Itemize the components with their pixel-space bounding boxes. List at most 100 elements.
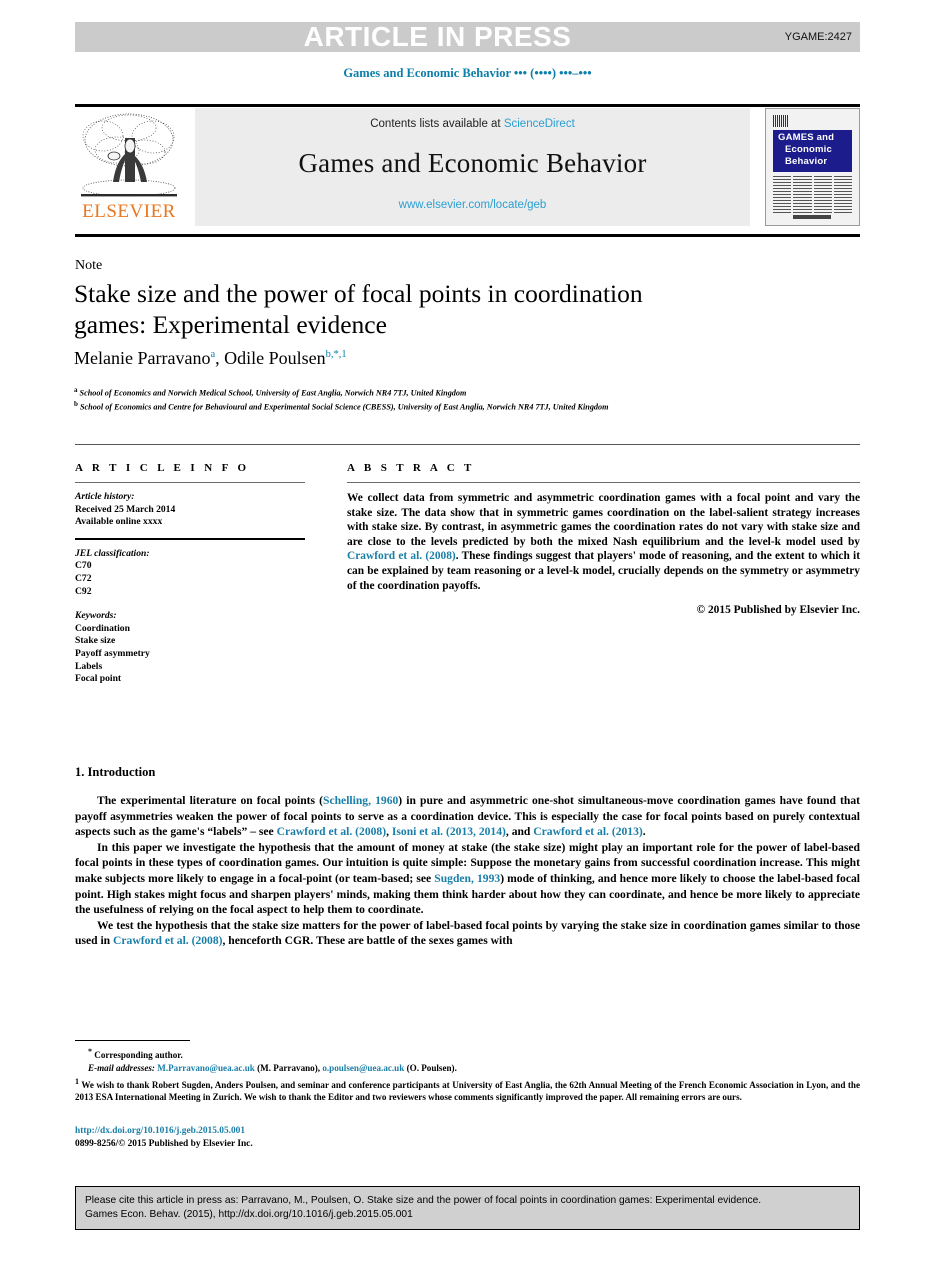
journal-title: Games and Economic Behavior bbox=[298, 148, 647, 178]
article-in-press-label: ARTICLE IN PRESS bbox=[303, 21, 572, 52]
intro-paragraph-3: We test the hypothesis that the stake si… bbox=[75, 918, 860, 949]
cover-footer-bar bbox=[793, 215, 831, 219]
footnote-1-marker: 1 bbox=[75, 1076, 79, 1086]
introduction-body: The experimental literature on focal poi… bbox=[75, 793, 860, 949]
journal-running-head: Games and Economic Behavior ••• (••••) •… bbox=[343, 66, 592, 80]
abstract-column: A B S T R A C T We collect data from sym… bbox=[347, 462, 860, 616]
intro-p1-e: . bbox=[642, 825, 646, 839]
footnotes-block: * Corresponding author. E-mail addresses… bbox=[75, 1046, 860, 1105]
received-date: Received 25 March 2014 bbox=[75, 503, 176, 515]
abstract-heading: A B S T R A C T bbox=[347, 462, 475, 474]
affiliation-a-text: School of Economics and Norwich Medical … bbox=[79, 388, 467, 398]
author-affil-marker-2: b,*,1 bbox=[325, 349, 347, 360]
contents-prefix: Contents lists available at bbox=[370, 118, 504, 130]
cite-this-article-box: Please cite this article in press as: Pa… bbox=[75, 1186, 860, 1230]
paper-page: ARTICLE IN PRESS YGAME:2427 Games and Ec… bbox=[0, 0, 935, 1266]
keywords-label: Keywords: bbox=[75, 610, 117, 622]
contents-available-line: Contents lists available at ScienceDirec… bbox=[370, 118, 575, 130]
email-owner-1: (M. Parravano), bbox=[257, 1063, 321, 1074]
citation-sugden-1993[interactable]: Sugden, 1993 bbox=[434, 872, 500, 885]
jel-classification-block: JEL classification: C70 C72 C92 bbox=[75, 548, 305, 598]
keyword-item: Payoff asymmetry bbox=[75, 647, 150, 659]
author-affil-marker-1: a bbox=[210, 349, 216, 360]
author-list: Melanie Parravanoa, Odile Poulsenb,*,1 bbox=[74, 348, 347, 368]
masthead-center-panel: Contents lists available at ScienceDirec… bbox=[195, 108, 750, 226]
affiliation-marker-a: a bbox=[74, 386, 78, 394]
elsevier-wordmark: ELSEVIER bbox=[82, 201, 176, 222]
footnote-corresponding-author: * Corresponding author. bbox=[75, 1046, 860, 1061]
journal-cover-title-block: GAMES and Economic Behavior bbox=[773, 130, 852, 172]
keyword-item: Focal point bbox=[75, 673, 122, 685]
citation-crawford-2013[interactable]: Crawford et al. (2013) bbox=[533, 825, 642, 838]
author-name-2: Odile Poulsen bbox=[224, 348, 326, 368]
abstract-rule bbox=[347, 482, 860, 483]
email-link-poulsen[interactable]: o.poulsen@uea.ac.uk bbox=[322, 1063, 404, 1073]
issn-copyright-line: 0899-8256/© 2015 Published by Elsevier I… bbox=[75, 1139, 253, 1149]
citation-schelling-1960[interactable]: Schelling, 1960 bbox=[323, 794, 398, 807]
keyword-item: Coordination bbox=[75, 622, 130, 634]
sciencedirect-link[interactable]: ScienceDirect bbox=[504, 118, 575, 130]
author-name-1: Melanie Parravano bbox=[74, 348, 211, 368]
affiliation-a: a School of Economics and Norwich Medica… bbox=[74, 385, 774, 399]
journal-cover-thumbnail: GAMES and Economic Behavior bbox=[765, 108, 860, 226]
article-in-press-banner: ARTICLE IN PRESS YGAME:2427 bbox=[75, 22, 860, 52]
citation-isoni[interactable]: Isoni et al. (2013, 2014) bbox=[392, 825, 506, 838]
imprint-block: http://dx.doi.org/10.1016/j.geb.2015.05.… bbox=[75, 1125, 575, 1151]
email-link-parravano[interactable]: M.Parravano@uea.ac.uk bbox=[157, 1063, 255, 1073]
affiliation-marker-b: b bbox=[74, 400, 78, 409]
intro-p1-a: The experimental literature on focal poi… bbox=[97, 794, 323, 807]
jel-code: C92 bbox=[75, 585, 92, 597]
intro-p1-d: , and bbox=[505, 825, 534, 839]
page-title: Stake size and the power of focal points… bbox=[74, 279, 643, 339]
doi-link[interactable]: http://dx.doi.org/10.1016/j.geb.2015.05.… bbox=[75, 1125, 575, 1138]
cover-title-line1: GAMES and bbox=[778, 132, 835, 143]
cover-column bbox=[793, 176, 812, 214]
article-history-block: Article history: Received 25 March 2014 … bbox=[75, 491, 305, 529]
jel-label: JEL classification: bbox=[75, 547, 150, 559]
cite-line-2: Games Econ. Behav. (2015), http://dx.doi… bbox=[85, 1209, 413, 1220]
abstract-copyright: © 2015 Published by Elsevier Inc. bbox=[696, 604, 860, 617]
abstract-body: We collect data from symmetric and asymm… bbox=[347, 491, 860, 593]
cite-line-1: Please cite this article in press as: Pa… bbox=[85, 1195, 762, 1206]
article-info-rule-1 bbox=[75, 482, 305, 483]
article-info-rule-2 bbox=[75, 537, 305, 540]
keyword-item: Stake size bbox=[75, 635, 116, 647]
cover-column bbox=[813, 176, 832, 214]
footnote-acknowledgements: 1 We wish to thank Robert Sugden, Anders… bbox=[75, 1076, 860, 1104]
article-info-heading: A R T I C L E I N F O bbox=[75, 462, 250, 474]
footnote-emails: E-mail addresses: M.Parravano@uea.ac.uk … bbox=[75, 1062, 860, 1074]
cover-column bbox=[833, 176, 852, 214]
article-history-label: Article history: bbox=[75, 491, 135, 502]
intro-p3-b: , henceforth CGR. These are battle of th… bbox=[222, 934, 513, 948]
abstract-citation-link[interactable]: Crawford et al. (2008) bbox=[347, 550, 456, 562]
citation-crawford-2008[interactable]: Crawford et al. (2008) bbox=[277, 825, 386, 838]
cover-column bbox=[773, 176, 792, 214]
barcode-icon bbox=[773, 115, 789, 127]
email-addresses-label: E-mail addresses: bbox=[88, 1063, 155, 1074]
masthead-rule-top bbox=[75, 104, 860, 107]
affiliation-b: b School of Economics and Centre for Beh… bbox=[74, 399, 774, 413]
intro-paragraph-1: The experimental literature on focal poi… bbox=[75, 793, 860, 840]
affiliations: a School of Economics and Norwich Medica… bbox=[74, 385, 774, 413]
keywords-block: Keywords: Coordination Stake size Payoff… bbox=[75, 610, 305, 686]
keyword-item: Labels bbox=[75, 660, 103, 672]
section-heading-introduction: 1. Introduction bbox=[75, 765, 156, 779]
abstract-part-1: We collect data from symmetric and asymm… bbox=[347, 492, 860, 548]
article-code-label: YGAME:2427 bbox=[784, 31, 852, 43]
journal-homepage-link[interactable]: www.elsevier.com/locate/geb bbox=[399, 199, 547, 211]
intro-paragraph-2: In this paper we investigate the hypothe… bbox=[75, 840, 860, 918]
cover-contents-lines bbox=[773, 176, 852, 214]
elsevier-tree-icon bbox=[81, 113, 177, 197]
masthead-rule-bottom bbox=[75, 234, 860, 237]
journal-cover-inner: GAMES and Economic Behavior bbox=[771, 114, 854, 220]
footnote-star-marker: * bbox=[88, 1047, 92, 1056]
acknowledgements-text: We wish to thank Robert Sugden, Anders P… bbox=[75, 1079, 861, 1103]
footnote-rule bbox=[75, 1040, 190, 1041]
article-type-label: Note bbox=[75, 258, 103, 273]
journal-masthead: ELSEVIER Contents lists available at Sci… bbox=[75, 104, 860, 237]
article-info-column: A R T I C L E I N F O Article history: R… bbox=[75, 462, 305, 686]
cover-title-line3: Behavior bbox=[785, 156, 828, 167]
citation-crawford-2008-b[interactable]: Crawford et al. (2008) bbox=[113, 934, 222, 947]
info-abstract-divider bbox=[75, 444, 860, 445]
